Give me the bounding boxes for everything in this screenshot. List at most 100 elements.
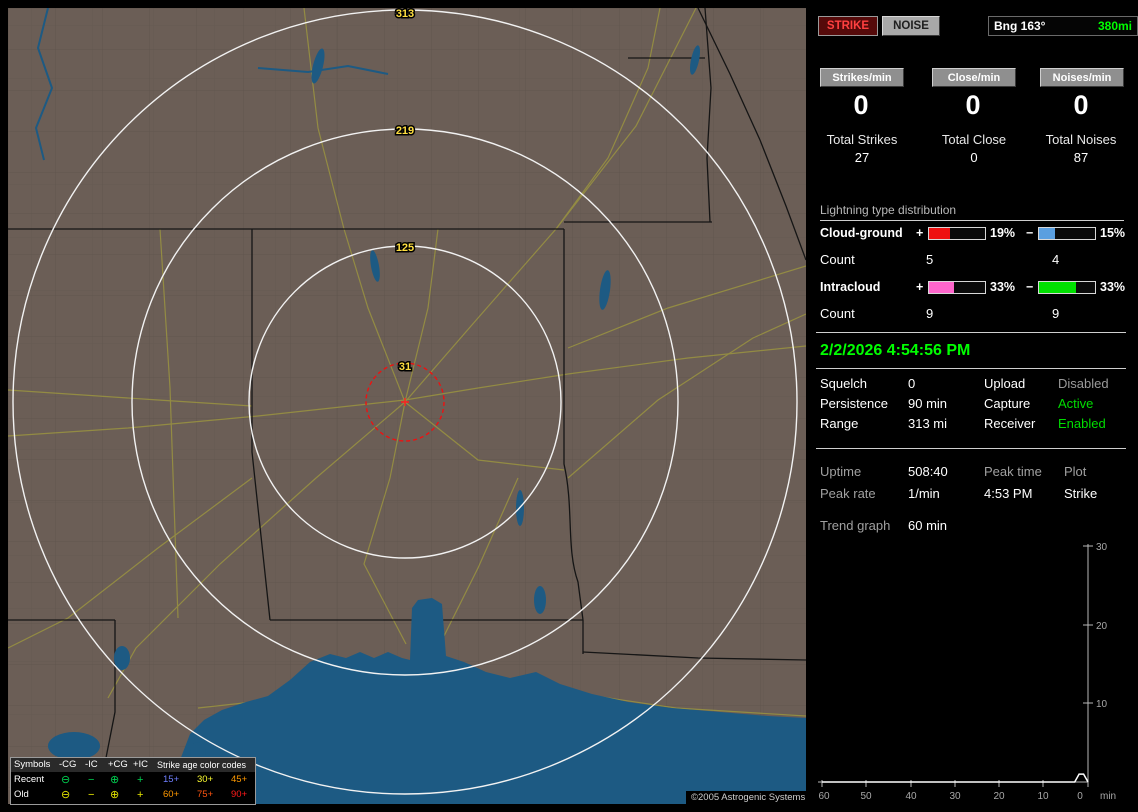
strike-symbol-legend: Symbols -CG -IC +CG +IC Strike age color… [10,757,256,805]
capture-status: Active [1058,396,1094,411]
cg-plus-sign: + [916,226,924,240]
ic-minus-fill [1039,282,1076,293]
x-tick-20: 20 [993,791,1005,802]
age-code-15: 15+ [163,774,180,785]
bearing-readout: Bng 163° 380mi [988,16,1138,36]
uptime-value: 508:40 [908,464,948,479]
ring-label-313: 313 [396,8,414,20]
legend-recent-label: Recent [14,774,45,785]
ic-plus-pct: 33% [990,280,1016,294]
legend-col-neg-ic: -IC [85,759,98,770]
ic-minus-pct: 33% [1100,280,1126,294]
close-per-min-button[interactable]: Close/min [932,68,1016,87]
age-code-60: 60+ [163,789,180,800]
datetime-readout: 2/2/2026 4:54:56 PM [820,342,971,359]
upload-label: Upload [984,376,1026,391]
x-tick-40: 40 [905,791,917,802]
capture-label: Capture [984,396,1031,411]
noises-per-min-value: 0 [1073,90,1089,120]
y-tick-20: 20 [1096,621,1108,632]
bearing-label: Bng 163° [994,19,1046,33]
trend-graph-label: Trend graph [820,518,891,533]
trend-graph: 30 20 10 60 50 40 30 20 10 0 min [818,542,1116,802]
cg-plus-pct: 19% [990,226,1016,240]
y-tick-10: 10 [1096,699,1108,710]
noises-per-min-button[interactable]: Noises/min [1040,68,1124,87]
range-label: Range [820,416,859,431]
strikes-per-min-value: 0 [853,90,869,120]
cg-minus-fill [1039,228,1055,239]
copyright-text: ©2005 Astrogenic Systems [686,791,811,804]
receiver-label: Receiver [984,416,1036,431]
squelch-value: 0 [908,376,916,391]
x-tick-0: 0 [1077,791,1083,802]
persistence-value: 90 min [908,396,948,411]
total-strikes-label: Total Strikes [826,132,898,147]
pos-cg-symbol: ⊕ [110,774,120,786]
neg-cg-symbol: ⊖ [61,774,71,786]
legend-age-header: Strike age color codes [157,760,247,770]
ring-label-31: 31 [399,361,411,373]
status-sidebar: STRIKE NOISE Bng 163° 380mi Strikes/min … [812,8,1138,804]
ic-plus-fill [929,282,954,293]
upload-status: Disabled [1058,376,1109,391]
neg-cg-symbol-old: ⊖ [61,789,71,801]
peak-time-label: Peak time [984,464,1042,479]
separator [816,332,1126,333]
x-tick-50: 50 [860,791,872,802]
total-strikes-value: 27 [854,150,870,165]
persistence-label: Persistence [820,396,888,411]
legend-symbols-header: Symbols [14,759,51,770]
ic-minus-count: 9 [1052,306,1060,321]
x-tick-30: 30 [949,791,961,802]
strikes-per-min-button[interactable]: Strikes/min [820,68,904,87]
peak-rate-value: 1/min [908,486,940,501]
separator [816,448,1126,449]
total-close-value: 0 [970,150,978,165]
map-panel: 313 219 125 31 Symbols -CG -IC +CG +IC S… [7,7,811,805]
cloud-ground-label: Cloud-ground [820,226,903,240]
total-noises-value: 87 [1073,150,1089,165]
cg-minus-count: 4 [1052,252,1060,267]
ic-plus-sign: + [916,280,924,294]
total-close-label: Total Close [941,132,1007,147]
age-code-45: 45+ [231,774,248,785]
cg-minus-bar [1038,227,1096,240]
ic-count-label: Count [820,306,855,321]
close-per-min-value: 0 [965,90,981,120]
y-tick-30: 30 [1096,542,1108,553]
peak-time-value: 4:53 PM [984,486,1033,501]
map-canvas[interactable]: 313 219 125 31 [7,7,807,805]
legend-col-neg-cg: -CG [59,759,77,770]
x-tick-60: 60 [818,791,830,802]
range-value: 313 mi [908,416,948,431]
age-code-30: 30+ [197,774,214,785]
ic-plus-bar [928,281,986,294]
trend-y-labels: 30 20 10 [1096,542,1108,710]
cg-plus-bar [928,227,986,240]
distribution-title: Lightning type distribution [820,203,1124,221]
trend-window-value: 60 min [908,518,948,533]
bearing-distance: 380mi [1097,19,1132,33]
uptime-label: Uptime [820,464,862,479]
neg-ic-symbol-old: − [88,789,95,801]
ic-plus-count: 9 [926,306,934,321]
cg-minus-sign: − [1026,226,1034,240]
ring-label-125: 125 [396,242,414,254]
age-code-90: 90+ [231,789,248,800]
cg-count-label: Count [820,252,855,267]
ring-label-219: 219 [396,125,414,137]
age-code-75: 75+ [197,789,214,800]
ic-minus-bar [1038,281,1096,294]
strike-toggle-button[interactable]: STRIKE [818,16,878,36]
pos-ic-symbol: + [137,774,144,786]
trend-x-labels: 60 50 40 30 20 10 0 min [818,791,1116,802]
total-noises-label: Total Noises [1045,132,1117,147]
neg-ic-symbol: − [88,774,95,786]
cg-plus-count: 5 [926,252,934,267]
legend-col-pos-cg: +CG [108,759,128,770]
legend-old-label: Old [14,789,29,800]
noise-toggle-button[interactable]: NOISE [882,16,940,36]
pos-cg-symbol-old: ⊕ [110,789,120,801]
x-axis-unit: min [1100,791,1116,802]
